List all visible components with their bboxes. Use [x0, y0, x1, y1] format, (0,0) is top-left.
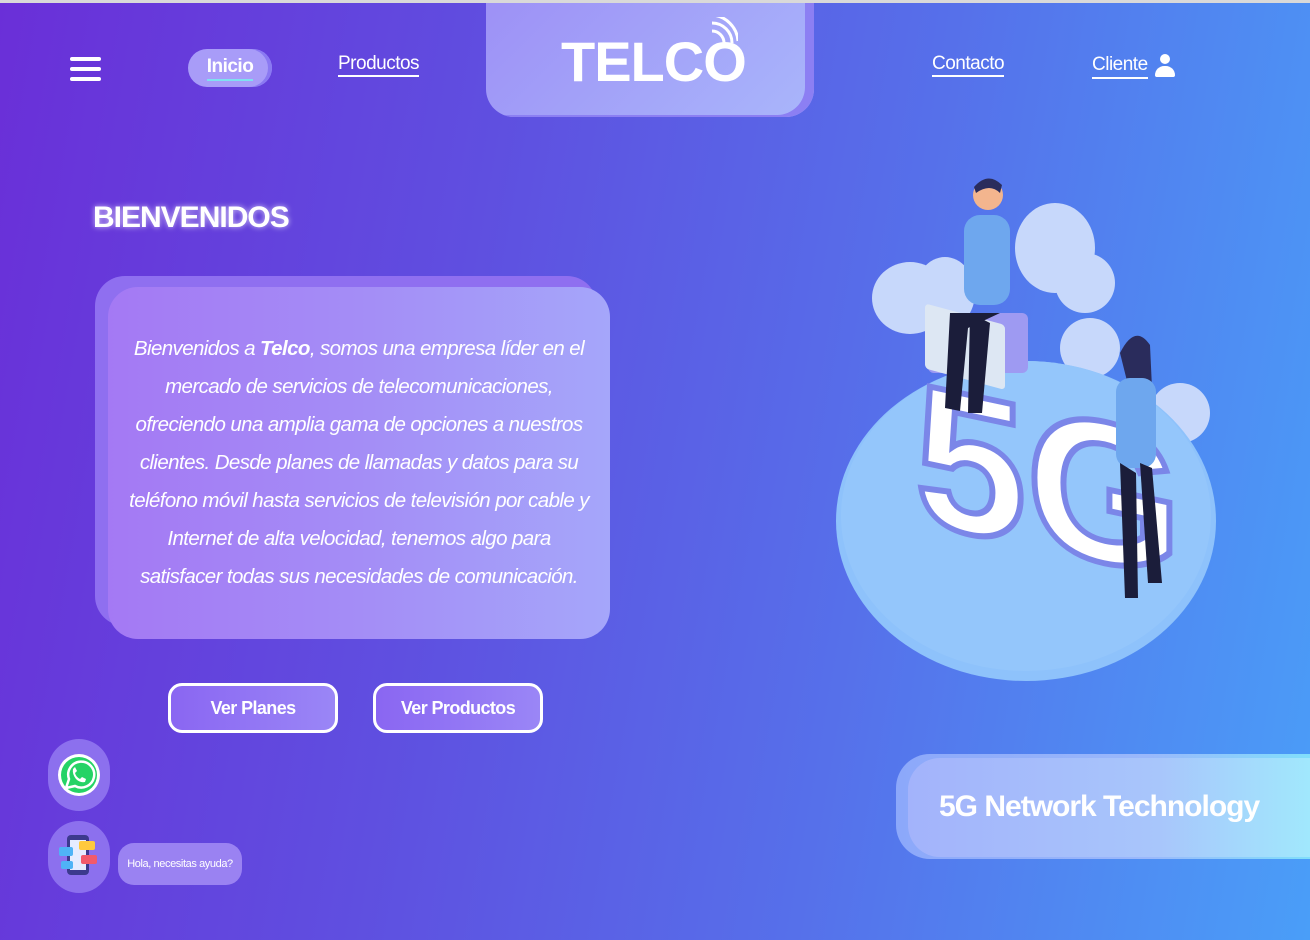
- chat-prompt[interactable]: Hola, necesitas ayuda?: [118, 843, 242, 885]
- intro-brand: Telco: [260, 337, 310, 360]
- whatsapp-button[interactable]: [48, 739, 110, 811]
- feature-title: 5G Network Technology: [939, 790, 1260, 823]
- nav-cliente[interactable]: Cliente: [1092, 53, 1176, 79]
- intro-prefix: Bienvenidos a: [133, 337, 261, 360]
- logo-container: TELCO: [486, 3, 814, 117]
- intro-text: Bienvenidos a Telco, somos una empresa l…: [124, 330, 594, 596]
- user-icon: [1154, 53, 1176, 79]
- nav-contacto[interactable]: Contacto: [932, 53, 1005, 77]
- nav-inicio[interactable]: Inicio: [188, 49, 272, 87]
- page: Inicio Productos TELCO Contacto Cliente …: [0, 0, 1310, 940]
- signal-icon: [711, 17, 738, 44]
- 5g-illustration: 5G: [836, 178, 1216, 681]
- hamburger-menu-icon[interactable]: [70, 57, 101, 83]
- nav-productos-label: Productos: [338, 53, 420, 77]
- ver-planes-button[interactable]: Ver Planes: [168, 683, 338, 733]
- page-title: BIENVENIDOS: [93, 201, 290, 234]
- chat-button[interactable]: [48, 821, 110, 893]
- intro-card: Bienvenidos a Telco, somos una empresa l…: [108, 287, 610, 639]
- nav-contacto-label: Contacto: [932, 53, 1005, 77]
- nav-productos[interactable]: Productos: [338, 53, 420, 77]
- feature-banner: 5G Network Technology: [896, 754, 1310, 859]
- ver-productos-button[interactable]: Ver Productos: [373, 683, 543, 733]
- intro-rest: , somos una empresa líder en el mercado …: [129, 337, 589, 588]
- nav-cliente-label: Cliente: [1092, 54, 1148, 79]
- chat-phone-icon: [59, 835, 97, 875]
- nav-inicio-label: Inicio: [206, 56, 254, 81]
- whatsapp-icon: [58, 754, 100, 796]
